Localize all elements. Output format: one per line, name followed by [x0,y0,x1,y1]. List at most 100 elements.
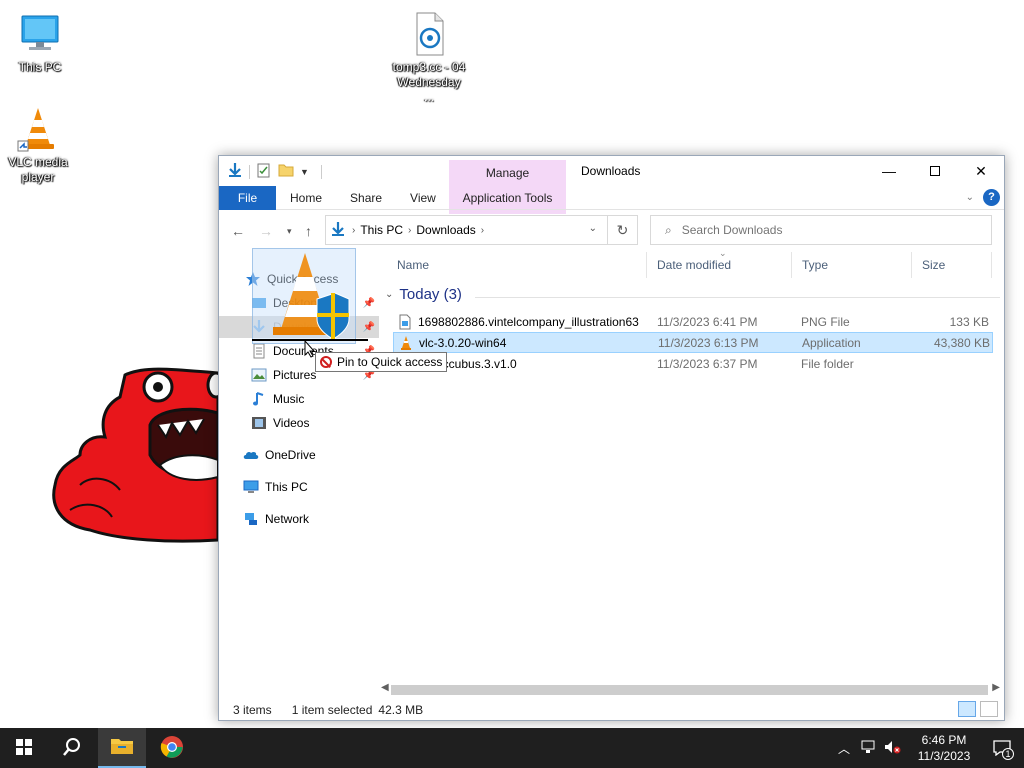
tab-view[interactable]: View [396,186,450,210]
up-arrow-icon[interactable]: ↑ [305,223,312,239]
nav-item-this-pc[interactable]: This PC [219,476,379,498]
back-arrow-icon[interactable]: ← [231,223,245,239]
tab-file[interactable]: File [219,185,276,210]
start-button[interactable] [0,728,48,768]
download-arrow-icon[interactable] [227,162,243,181]
horizontal-scrollbar[interactable]: ◀ ▶ [379,681,1002,698]
volume-muted-icon[interactable] [884,740,902,757]
manage-tab-label: Manage [485,166,530,180]
audio-file-icon [405,10,453,58]
file-explorer-window: ▼ Manage Downloads — ✕ File Home Share V… [218,155,1005,721]
file-size: 133 KB [949,314,989,329]
status-selected-count: 1 item selected [291,703,373,717]
qat-divider [320,164,322,179]
breadcrumb-downloads[interactable]: Downloads [416,223,475,237]
nav-item-label: Videos [273,416,310,430]
file-name: 1698802886.vintelcompany_illustration63 [418,314,639,329]
status-bar: 3 items 1 item selected 42.3 MB [219,700,1004,720]
desktop-icon-label: VLC media player [8,155,68,184]
computer-icon [243,479,259,495]
address-dropdown-chevron-icon[interactable]: ⌄ [589,223,597,234]
column-type[interactable]: Type [792,252,912,278]
breadcrumb-this-pc[interactable]: This PC [360,223,403,237]
expand-ribbon-chevron-icon[interactable]: ⌄ [966,192,974,203]
group-header-today[interactable]: ⌄ Today (3) [385,286,1000,303]
help-icon[interactable]: ? [983,189,1000,206]
address-bar[interactable]: › This PC › Downloads › ⌄ [325,215,638,245]
scrollbar-thumb[interactable] [391,685,988,695]
scroll-right-arrow-icon[interactable]: ▶ [992,682,1000,693]
breadcrumb-chevron-icon[interactable]: › [481,225,484,236]
search-input[interactable] [681,223,972,237]
show-hidden-icons-chevron-icon[interactable]: ︿ [838,740,850,757]
nav-item-network[interactable]: Network [219,508,379,530]
quick-access-toolbar: ▼ [227,162,322,181]
desktop-icon-vlc[interactable]: VLC media player [0,105,76,185]
drag-preview [252,248,356,344]
minimize-icon: — [882,163,896,179]
table-row[interactable]: vlc-3.0.20-win64 11/3/2023 6:13 PM Appli… [393,332,993,353]
search-button[interactable] [48,728,96,768]
no-entry-icon [320,356,332,368]
nav-item-videos[interactable]: Videos [219,412,379,434]
maximize-button[interactable] [912,156,958,186]
recent-locations-chevron-icon[interactable]: ▾ [287,226,292,237]
nav-item-music[interactable]: Music [219,388,379,410]
desktop-icon-label: tomp3.cc - 04 Wednesday ... [392,60,466,104]
details-view-button[interactable] [958,701,976,717]
clock[interactable]: 6:46 PM 11/3/2023 [908,732,980,764]
title-bar[interactable]: ▼ Manage Downloads — ✕ [219,156,1004,214]
nav-item-onedrive[interactable]: OneDrive [219,444,379,466]
tab-application-tools[interactable]: Application Tools [449,186,566,210]
notifications-icon[interactable]: 1 [980,740,1024,760]
vlc-cone-icon [398,335,414,351]
forward-arrow-icon[interactable]: → [259,223,273,239]
file-date: 11/3/2023 6:13 PM [658,335,759,350]
close-button[interactable]: ✕ [958,156,1004,186]
close-icon: ✕ [975,162,987,179]
desktop-icon-tomp3[interactable]: tomp3.cc - 04 Wednesday ... [391,10,467,105]
scroll-left-arrow-icon[interactable]: ◀ [381,682,389,693]
drag-tooltip: Pin to Quick access [315,352,448,372]
column-name[interactable]: Name [387,252,647,278]
ribbon-tabs: File Home Share View Application Tools ⌄… [219,185,1004,210]
clock-date: 11/3/2023 [917,749,971,763]
minimize-button[interactable]: — [866,156,912,186]
status-item-count: 3 items [233,703,272,717]
nav-item-label: Music [273,392,305,406]
qat-customize-chevron-icon[interactable]: ▼ [300,167,309,177]
search-icon: ⌕ [665,222,672,237]
file-name: vlc-3.0.20-win64 [419,335,507,350]
view-switcher [958,701,998,717]
column-size[interactable]: Size [912,252,992,278]
file-type: Application [802,335,861,350]
table-row[interactable]: ra.Succubus.3.v1.0 11/3/2023 6:37 PM Fil… [393,353,993,374]
properties-icon[interactable] [256,162,272,181]
taskbar-file-explorer[interactable] [98,728,146,768]
taskbar-chrome[interactable] [148,728,196,768]
folder-icon [110,736,134,759]
refresh-icon: ↻ [616,221,629,238]
tab-share[interactable]: Share [336,186,396,210]
windows-logo-icon [16,738,32,758]
nav-item-label: OneDrive [265,448,316,462]
wallpaper-red-monster [50,365,226,545]
search-box[interactable]: ⌕ [650,215,992,245]
vlc-cone-icon [273,253,350,340]
pin-icon[interactable]: 📌 [363,322,375,333]
file-type: File folder [801,356,854,371]
navigation-bar: ← → ▾ ↑ › This PC › Downloads › ⌄ ↻ ⌕ [219,214,1004,248]
group-label: Today (3) [399,286,462,303]
pin-icon[interactable]: 📌 [363,298,375,309]
breadcrumb-chevron-icon[interactable]: › [408,225,411,236]
network-status-icon[interactable] [860,740,876,757]
large-icons-view-button[interactable] [980,701,998,717]
desktop-icon-this-pc[interactable]: This PC [2,10,78,75]
refresh-button[interactable]: ↻ [607,215,637,245]
search-icon [62,737,82,760]
notification-count-badge: 1 [1002,748,1014,760]
table-row[interactable]: 1698802886.vintelcompany_illustration63 … [393,311,993,332]
tab-home[interactable]: Home [276,186,336,210]
new-folder-icon[interactable] [278,162,294,181]
collapse-chevron-icon[interactable]: ⌄ [385,289,393,300]
